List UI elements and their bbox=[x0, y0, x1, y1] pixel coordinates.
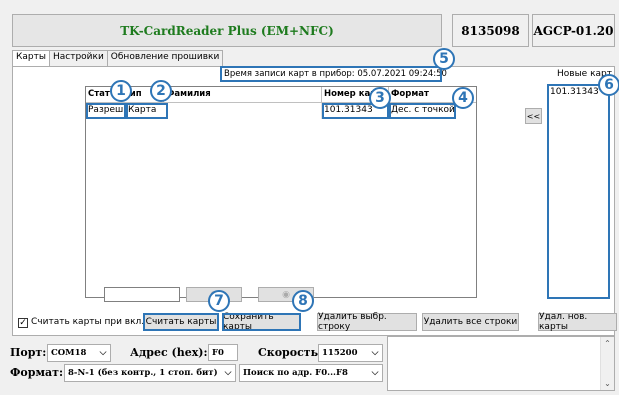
scroll-down-icon[interactable]: ⌄ bbox=[601, 379, 614, 388]
port-label: Порт: bbox=[10, 346, 47, 359]
write-time-label: Время записи карт в прибор: bbox=[224, 69, 355, 79]
tab-cards[interactable]: Карты bbox=[12, 50, 50, 67]
cards-table[interactable]: Стат Тип Фамилия Номер карт Формат Разре… bbox=[85, 86, 477, 298]
badge-2: 2 bbox=[150, 80, 172, 102]
format-label: Формат: bbox=[10, 366, 64, 379]
device-model: AGCP-01.20 bbox=[532, 14, 615, 47]
cell-surname[interactable] bbox=[168, 103, 322, 119]
badge-3: 3 bbox=[369, 87, 391, 109]
speed-select[interactable]: 115200 ⌵ bbox=[318, 344, 383, 362]
address-input[interactable]: F0 bbox=[208, 344, 238, 361]
badge-1: 1 bbox=[110, 80, 132, 102]
device-title: TK-CardReader Plus (EM+NFC) bbox=[12, 14, 442, 47]
cell-type[interactable]: Карта bbox=[126, 103, 168, 119]
read-on-start-checkbox[interactable]: ✓ bbox=[18, 318, 28, 328]
badge-8: 8 bbox=[292, 290, 314, 312]
delete-all-rows-button[interactable]: Удалить все строки bbox=[422, 313, 519, 331]
address-label: Адрес (hex): bbox=[130, 346, 208, 359]
format-value: 8-N-1 (без контр., 1 стоп. бит) bbox=[68, 368, 218, 378]
format-select[interactable]: 8-N-1 (без контр., 1 стоп. бит) ⌵ bbox=[64, 364, 236, 382]
delete-new-cards-button[interactable]: Удал. нов. карты bbox=[538, 312, 617, 332]
read-cards-button[interactable]: Считать карты bbox=[143, 313, 219, 331]
scroll-up-icon[interactable]: ⌃ bbox=[601, 339, 614, 348]
chevron-down-icon: ⌵ bbox=[371, 368, 379, 378]
grid-edit-input[interactable] bbox=[104, 287, 180, 302]
tab-bar: Карты Настройки Обновление прошивки bbox=[12, 50, 224, 67]
chevron-down-icon: ⌵ bbox=[99, 348, 107, 358]
port-select[interactable]: COM18 ⌵ bbox=[47, 344, 111, 362]
speed-label: Скорость: bbox=[258, 346, 323, 359]
log-textarea[interactable]: ⌃ ⌄ bbox=[387, 336, 615, 391]
badge-7: 7 bbox=[208, 290, 230, 312]
device-title-text: TK-CardReader Plus (EM+NFC) bbox=[120, 23, 334, 38]
new-cards-list[interactable]: 101.31343 bbox=[547, 84, 610, 299]
cards-table-header: Стат Тип Фамилия Номер карт Формат bbox=[86, 87, 476, 103]
write-time-box: Время записи карт в прибор: 05.07.2021 0… bbox=[220, 66, 447, 82]
delete-selected-row-button[interactable]: Удалить выбр. строку bbox=[317, 312, 417, 332]
transfer-new-cards-button[interactable]: << bbox=[525, 108, 542, 124]
badge-5: 5 bbox=[433, 48, 455, 70]
chevron-down-icon: ⌵ bbox=[224, 368, 232, 378]
table-row[interactable]: Разреш. Карта 101.31343 Дес. с точкой bbox=[86, 103, 476, 119]
search-select[interactable]: Поиск по адр. F0...F8 ⌵ bbox=[239, 364, 383, 382]
chevron-down-icon: ⌵ bbox=[371, 348, 379, 358]
badge-6: 6 bbox=[598, 74, 619, 96]
log-scrollbar[interactable]: ⌃ ⌄ bbox=[600, 337, 614, 390]
cell-status[interactable]: Разреш. bbox=[86, 103, 126, 119]
badge-4: 4 bbox=[452, 87, 474, 109]
save-cards-button[interactable]: Сохранить карты bbox=[222, 312, 301, 332]
speed-value: 115200 bbox=[322, 348, 358, 358]
col-surname[interactable]: Фамилия bbox=[164, 87, 322, 102]
serial-number: 8135098 bbox=[452, 14, 529, 47]
read-on-start-label: Считать карты при вкл. bbox=[31, 317, 145, 327]
cell-format[interactable]: Дес. с точкой bbox=[389, 103, 456, 119]
tab-settings[interactable]: Настройки bbox=[48, 50, 108, 66]
write-time-value: 05.07.2021 09:24:50 bbox=[357, 69, 447, 79]
tab-firmware-update[interactable]: Обновление прошивки bbox=[106, 50, 224, 66]
serial-number-text: 8135098 bbox=[461, 23, 520, 38]
port-value: COM18 bbox=[51, 348, 87, 358]
device-model-text: AGCP-01.20 bbox=[533, 23, 614, 38]
search-value: Поиск по адр. F0...F8 bbox=[243, 368, 348, 378]
